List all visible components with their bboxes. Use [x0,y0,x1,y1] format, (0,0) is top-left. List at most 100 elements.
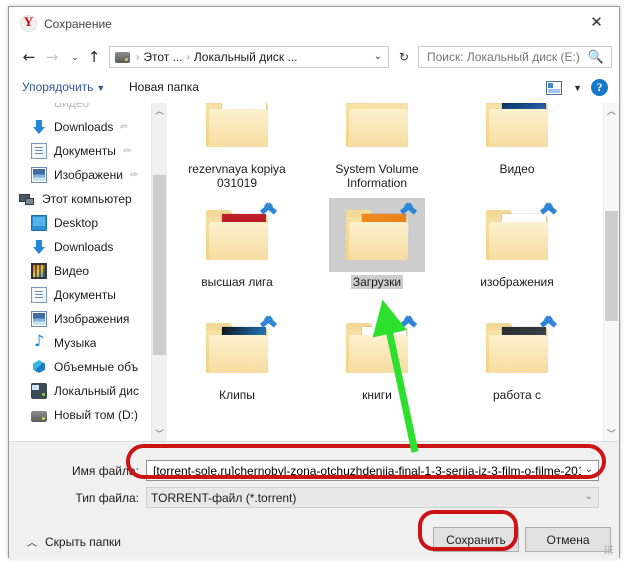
file-name-label: высшая лига [201,275,273,289]
cancel-button[interactable]: Отмена [525,527,611,552]
close-icon[interactable]: ✕ [574,7,619,37]
sidebar-item-label: Этот компьютер [42,192,132,206]
sidebar-scrollbar[interactable]: ︿ ﹀ [151,103,167,441]
folder-icon [329,103,425,159]
address-bar[interactable]: › Этот ... › Локальный диск ... ⌄ [109,46,389,68]
filename-label: Имя файла: [72,464,139,478]
folder-icon [189,103,285,159]
organize-button[interactable]: Упорядочить ▼ [22,80,105,94]
view-mode-icon[interactable] [546,81,562,95]
download-icon [31,119,47,135]
resize-grip[interactable] [604,545,614,555]
filetype-select[interactable]: TORRENT-файл (*.torrent) ⌄ [146,487,599,508]
video-icon [31,263,47,279]
pin-icon[interactable]: ✐ [126,168,139,182]
help-icon[interactable]: ? [591,79,608,96]
file-tile[interactable]: работа с [447,307,587,420]
navigation-bar: ← → ⌄ ↑ › Этот ... › Локальный диск ... … [9,40,619,74]
file-tile[interactable]: Клипы [167,307,307,420]
breadcrumb-item-1[interactable]: Локальный диск ... [194,50,298,64]
sidebar-item-8[interactable]: Изображения [9,307,167,331]
file-tile[interactable]: Загрузки [307,194,447,307]
sidebar-item-label: Новый том (D:) [54,408,138,422]
filename-field[interactable]: ⌄ [146,460,599,481]
file-name-label: rezervnaya kopiya 031019 [188,162,286,190]
pictures-icon [31,167,47,183]
refresh-icon[interactable]: ↻ [393,46,415,68]
sidebar-item-label: Музыка [54,336,97,350]
save-dialog-window: Сохранение ✕ ← → ⌄ ↑ › Этот ... › Локаль… [8,6,620,559]
sidebar-item-6[interactable]: Видео [9,259,167,283]
shortcut-arrow-icon [539,199,559,219]
folder-icon [329,311,425,385]
shortcut-arrow-icon [259,312,279,332]
shortcut-arrow-icon [259,199,279,219]
sidebar-item-10[interactable]: Объемные объ [9,355,167,379]
sidebar-item-label: Downloads [54,240,114,254]
scrollbar-thumb[interactable] [605,211,618,321]
file-tile[interactable]: книги [307,307,447,420]
scroll-up-icon[interactable]: ︿ [604,103,619,118]
download-icon [31,239,47,255]
organize-label: Упорядочить [22,80,94,94]
navigation-pane: Видео Downloads ✐ Документы ✐ Изображени ✐ Это… [9,103,167,441]
sidebar-item-cut[interactable]: Видео [9,103,167,115]
sidebar-item-label: Объемные объ [54,360,139,374]
dialog-body: Видео Downloads ✐ Документы ✐ Изображени ✐ Это… [9,103,619,441]
sidebar-item-label: Изображени [54,168,123,182]
filename-input[interactable] [151,462,583,479]
sidebar-item-9[interactable]: Музыка [9,331,167,355]
sidebar-item-12[interactable]: Новый том (D:) [9,403,167,427]
sidebar-item-4[interactable]: Desktop [9,211,167,235]
file-tile[interactable]: высшая лига [167,194,307,307]
sidebar-item-0[interactable]: Downloads ✐ [9,115,167,139]
file-name-label: Видео [499,162,535,176]
hide-folders-toggle[interactable]: ︿ Скрыть папки [27,534,121,550]
file-list-scrollbar[interactable]: ︿ ﹀ [603,103,619,441]
pin-icon[interactable]: ✐ [117,120,130,134]
back-icon[interactable]: ← [18,46,40,68]
new-folder-button[interactable]: Новая папка [129,80,199,94]
sidebar-item-label: Документы [54,144,116,158]
sidebar-item-3[interactable]: Этот компьютер [9,187,167,211]
search-icon: 🔍 [587,50,604,65]
file-tile[interactable]: System Volume Information [307,103,447,194]
sidebar-item-5[interactable]: Downloads [9,235,167,259]
scroll-down-icon[interactable]: ﹀ [604,426,619,441]
forward-icon[interactable]: → [41,46,63,68]
sidebar-item-7[interactable]: Документы [9,283,167,307]
chevron-down-icon[interactable]: ⌄ [585,464,593,475]
breadcrumb-item-0[interactable]: Этот ... [143,50,182,64]
shortcut-arrow-icon [399,199,419,219]
sidebar-item-11[interactable]: Локальный дис [9,379,167,403]
folder-icon [469,103,565,159]
scroll-up-icon[interactable]: ︿ [152,103,167,118]
filetype-value: TORRENT-файл (*.torrent) [151,490,297,505]
up-icon[interactable]: ↑ [83,46,105,68]
file-name-label: изображения [480,275,554,289]
chevron-down-icon[interactable]: ⌄ [585,491,593,502]
this-pc-icon [19,191,35,207]
chevron-down-icon[interactable]: ⌄ [374,51,382,62]
search-input[interactable] [425,49,587,65]
folder-icon [469,311,565,385]
sidebar-item-2[interactable]: Изображени ✐ [9,163,167,187]
sidebar-item-label: Desktop [54,216,99,230]
drive-icon [31,411,47,422]
pictures-icon [31,311,47,327]
pin-icon[interactable]: ✐ [119,144,132,158]
dialog-footer: Имя файла: ⌄ Тип файла: TORRENT-файл (*.… [9,441,619,559]
file-tile[interactable]: изображения [447,194,587,307]
scrollbar-thumb[interactable] [153,175,166,355]
file-tile[interactable]: Видео [447,103,587,194]
chevron-down-icon: ▼ [96,83,106,93]
shortcut-arrow-icon [539,312,559,332]
scroll-down-icon[interactable]: ﹀ [152,426,167,441]
search-box[interactable]: 🔍 [418,46,612,68]
folder-icon [189,198,285,272]
file-tile[interactable]: rezervnaya kopiya 031019 [167,103,307,194]
file-name-label: Клипы [219,388,255,402]
chevron-down-icon[interactable]: ▼ [573,83,582,93]
sidebar-item-1[interactable]: Документы ✐ [9,139,167,163]
save-button[interactable]: Сохранить [433,527,519,552]
